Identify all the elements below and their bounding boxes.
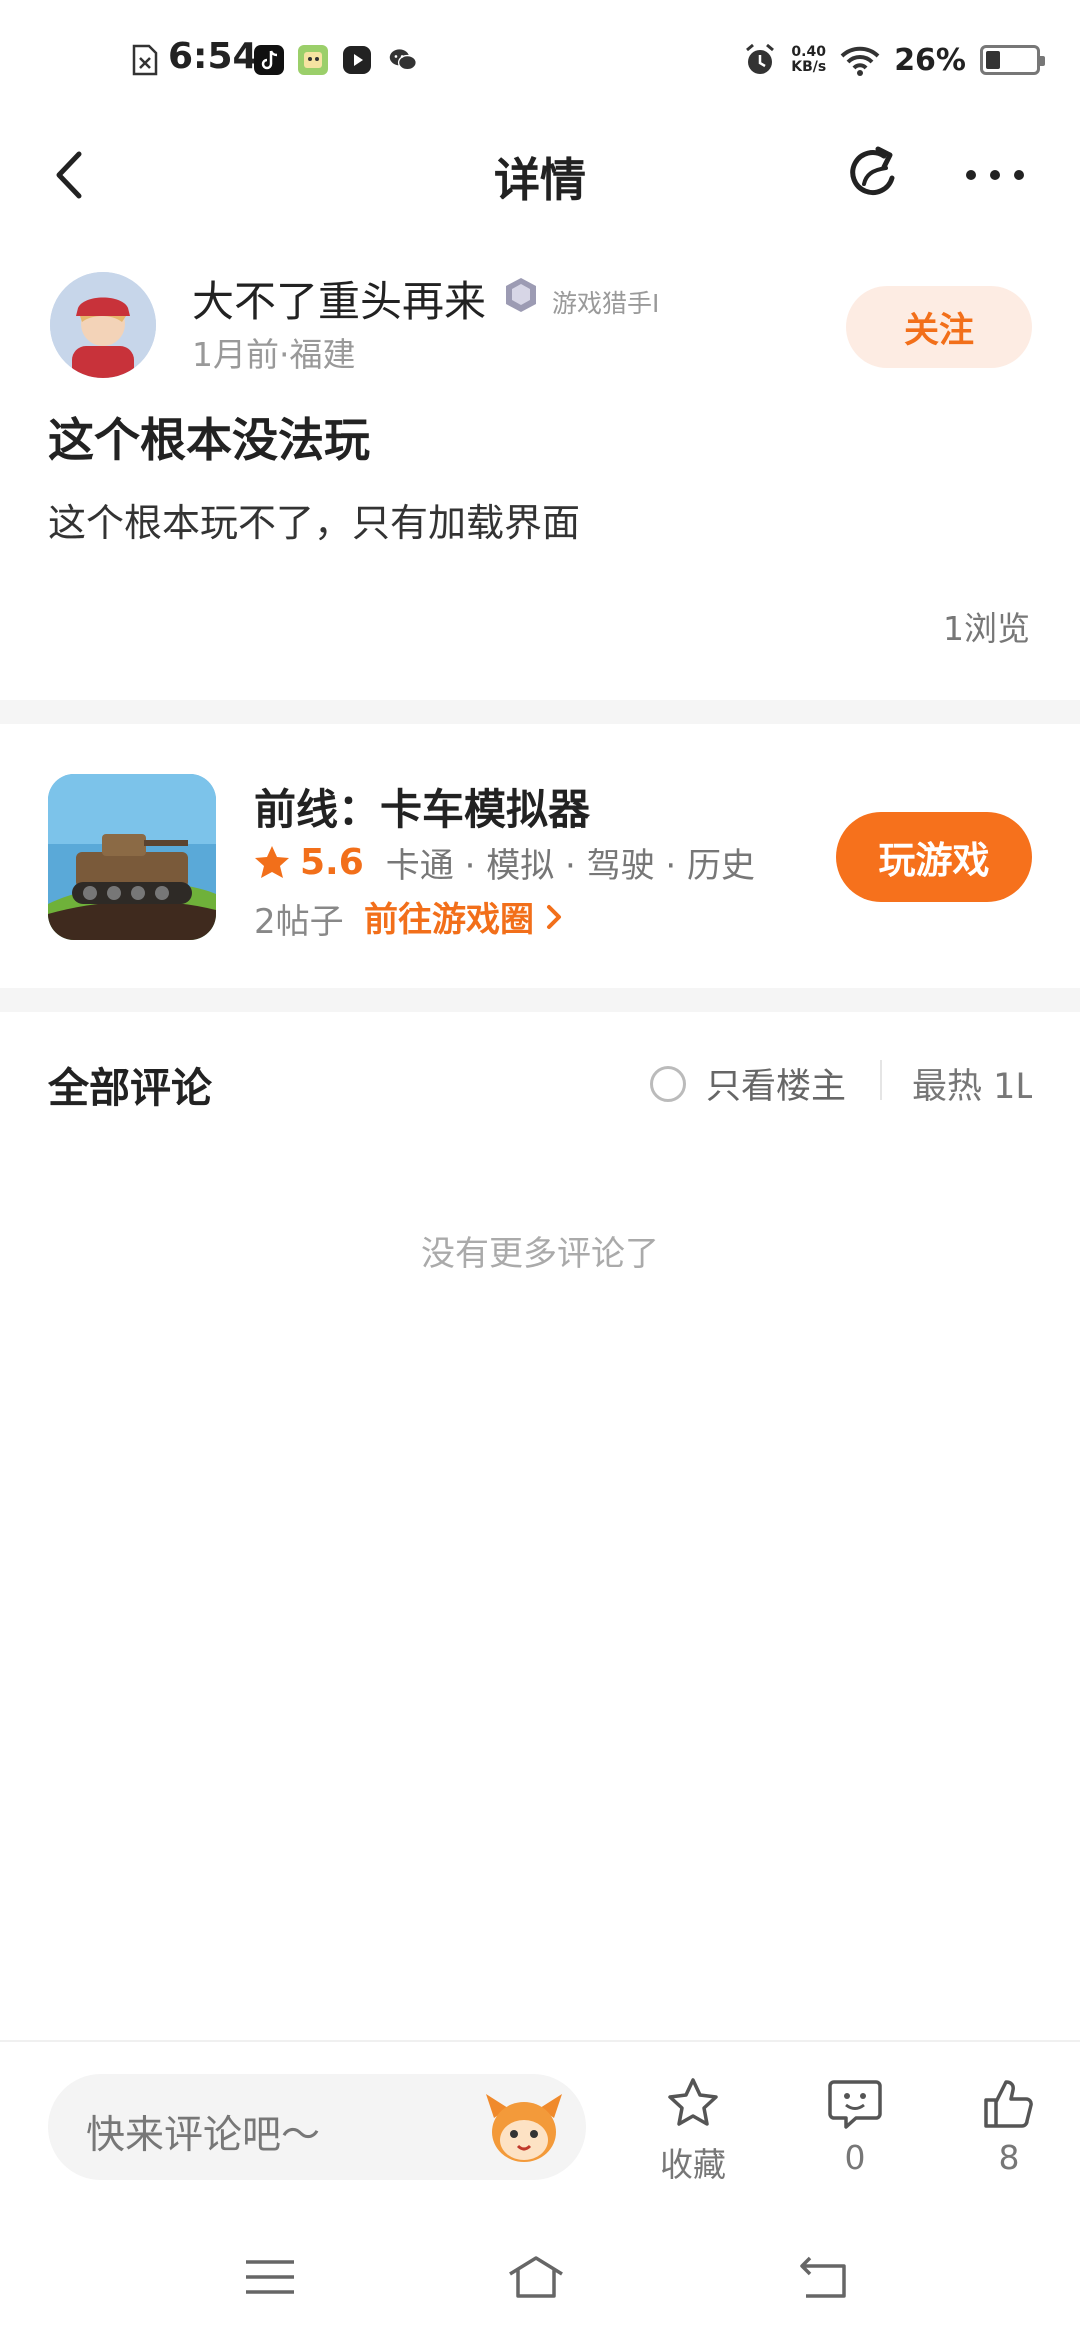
avatar-image xyxy=(50,272,156,378)
more-button[interactable] xyxy=(960,140,1030,210)
game-icon[interactable] xyxy=(48,774,216,940)
comment-placeholder: 快来评论吧～ xyxy=(86,2113,321,2158)
post-title: 这个根本没法玩 xyxy=(48,413,370,467)
thumbs-up-icon xyxy=(984,2080,1033,2128)
tank-game-image xyxy=(48,774,216,940)
game-rating: 5.6 xyxy=(300,841,364,883)
video-app-icon xyxy=(343,46,371,74)
post-body: 这个根本玩不了，只有加载界面 xyxy=(48,501,581,545)
empty-comments-text: 没有更多评论了 xyxy=(421,1234,659,1274)
like-count: 8 xyxy=(998,2138,1020,2177)
section-divider xyxy=(0,988,1080,1012)
post-meta: 1月前·福建 xyxy=(192,335,356,374)
share-button[interactable] xyxy=(840,140,910,210)
status-time: 6:54 xyxy=(168,36,258,77)
game-tags: 卡通 · 模拟 · 驾驶 · 历史 xyxy=(385,845,756,886)
play-game-button[interactable]: 玩游戏 xyxy=(836,812,1032,902)
like-button[interactable]: 8 xyxy=(954,2076,1064,2177)
vertical-divider xyxy=(880,1060,882,1100)
favorite-button[interactable]: 收藏 xyxy=(638,2076,748,2186)
tiktok-icon xyxy=(254,45,284,75)
star-outline-icon xyxy=(668,2078,718,2126)
game-rating-row: 5.6 卡通 · 模拟 · 驾驶 · 历史 xyxy=(254,840,756,886)
author-avatar[interactable] xyxy=(50,272,156,378)
share-icon xyxy=(850,146,895,196)
page-title: 详情 xyxy=(494,153,586,207)
game-circle-link[interactable]: 前往游戏圈 xyxy=(364,892,566,941)
only-op-toggle[interactable]: 只看楼主 xyxy=(650,1058,846,1109)
comment-input[interactable]: 快来评论吧～ xyxy=(48,2074,586,2180)
status-right: 0.40 KB/s 26% xyxy=(743,38,1045,82)
home-icon[interactable] xyxy=(506,2252,566,2302)
net-speed: 0.40 KB/s xyxy=(791,44,827,75)
follow-button[interactable]: 关注 xyxy=(846,286,1032,368)
mascot-icon xyxy=(486,2094,562,2162)
wifi-icon xyxy=(840,46,880,76)
battery-icon xyxy=(980,45,1045,75)
game-circle-label: 前往游戏圈 xyxy=(364,900,534,940)
favorite-label: 收藏 xyxy=(660,2145,726,2184)
only-op-label: 只看楼主 xyxy=(706,1067,847,1107)
section-divider xyxy=(0,700,1080,724)
chevron-right-icon xyxy=(547,904,561,929)
radio-icon[interactable] xyxy=(650,1065,686,1102)
top-nav: 详情 xyxy=(0,120,1080,220)
author-name[interactable]: 大不了重头再来 xyxy=(192,268,486,329)
battery-level xyxy=(986,51,1001,69)
status-bar: 6:54 0.40 KB/s 26% xyxy=(0,0,1080,120)
battery-percent: 26% xyxy=(894,42,966,78)
bottom-action-bar: 快来评论吧～ 收藏 0 8 xyxy=(0,2040,1080,2210)
more-dots-icon xyxy=(966,170,1024,180)
comments-title: 全部评论 xyxy=(48,1064,212,1112)
sort-selector[interactable]: 最热 1L xyxy=(912,1058,1032,1109)
game-name[interactable]: 前线：卡车模拟器 xyxy=(254,776,590,837)
system-nav-bar xyxy=(0,2210,1080,2340)
view-count: 1浏览 xyxy=(943,609,1030,648)
alarm-icon xyxy=(746,43,775,74)
hunter-badge-icon xyxy=(506,278,536,312)
game-post-count: 2帖子 xyxy=(254,902,344,942)
wechat-icon xyxy=(389,49,417,71)
star-filled-icon xyxy=(255,846,289,878)
file-error-icon xyxy=(132,44,158,76)
comment-count: 0 xyxy=(844,2138,866,2177)
menu-icon[interactable] xyxy=(240,2252,300,2302)
author-badge-label: 游戏猎手I xyxy=(552,289,660,318)
comment-bubble-icon xyxy=(828,2080,882,2129)
game-app-icon xyxy=(298,45,328,75)
back-nav-icon[interactable] xyxy=(794,2252,854,2302)
comment-button[interactable]: 0 xyxy=(800,2076,910,2177)
